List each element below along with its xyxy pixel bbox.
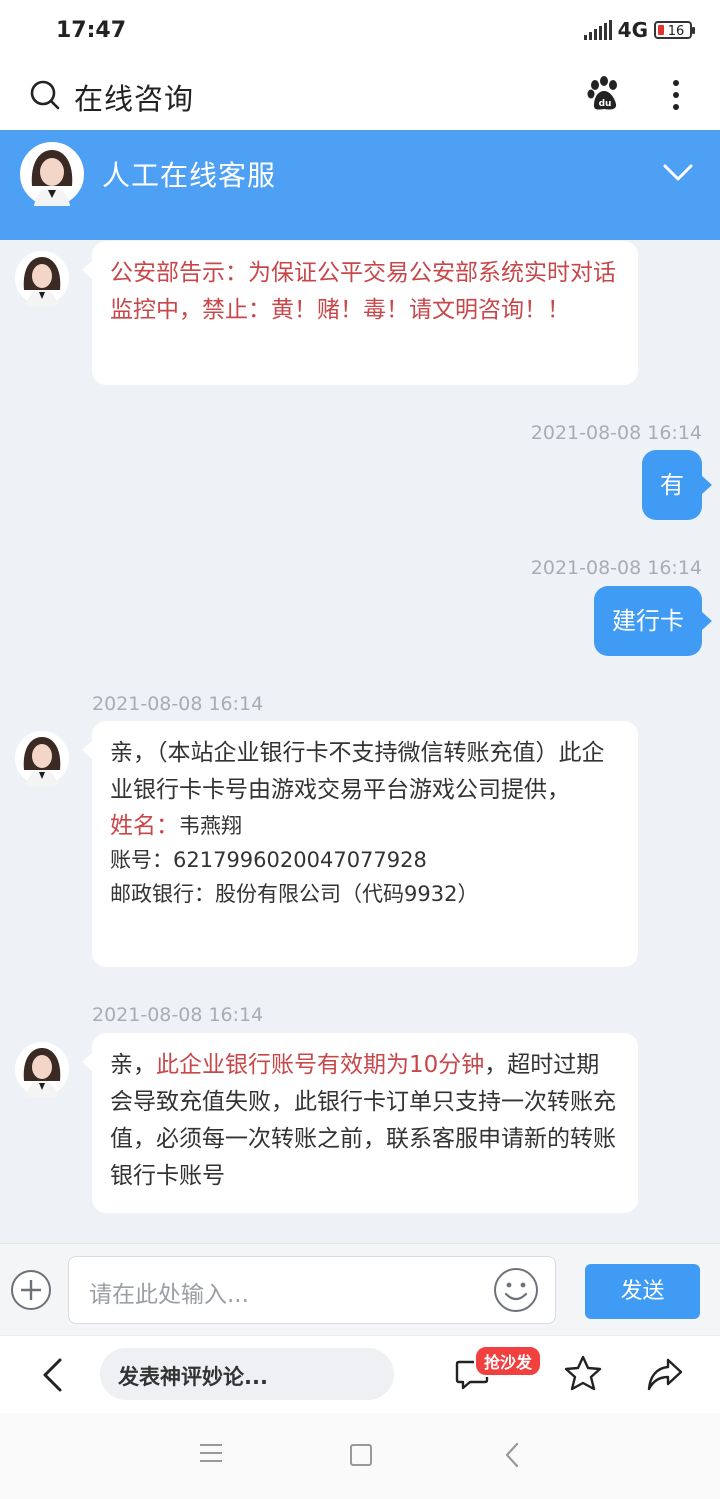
message-bubble-user: 建行卡 (594, 586, 712, 656)
message-prefix: 亲， (110, 1052, 156, 1078)
message-text: 有 (660, 471, 684, 499)
message-timestamp: 2021-08-08 16:14 (530, 557, 702, 579)
search-icon[interactable] (30, 80, 60, 110)
message-text: 亲，（本站企业银行卡不支持微信转账充值）此企业银行卡卡号由游戏交易平台游戏公司提… (110, 740, 605, 803)
message-text: 建行卡 (612, 607, 684, 635)
more-vertical-icon[interactable] (664, 76, 688, 112)
emoji-icon[interactable] (493, 1267, 539, 1313)
bottom-toolbar: 发表神评妙论... 抢沙发 (0, 1335, 720, 1414)
share-icon[interactable] (646, 1356, 684, 1392)
system-nav-bar (0, 1413, 720, 1499)
chevron-down-icon[interactable] (662, 160, 694, 184)
battery-level: 16 (667, 24, 685, 39)
star-icon[interactable] (564, 1354, 602, 1392)
status-icons: 4G 16 (583, 18, 695, 42)
top-bar: 在线咨询 du (0, 62, 720, 130)
message-text: 公安部告示：为保证公平交易公安部系统实时对话监控中，禁止：黄！赌！毒！请文明咨询… (110, 260, 616, 323)
svg-text:du: du (599, 99, 612, 109)
message-input[interactable]: 请在此处输入... (68, 1256, 556, 1324)
message-bubble-bank-info: 亲，（本站企业银行卡不支持微信转账充值）此企业银行卡卡号由游戏交易平台游戏公司提… (82, 721, 638, 967)
menu-icon[interactable] (200, 1444, 222, 1462)
plus-icon[interactable] (10, 1269, 52, 1311)
name-label: 姓名： (110, 813, 179, 839)
battery-icon: 16 (654, 21, 695, 39)
status-time: 17:47 (56, 18, 127, 43)
baidu-paw-icon[interactable]: du (586, 76, 622, 112)
comment-placeholder: 发表神评妙论... (118, 1365, 268, 1389)
name-value: 韦燕翔 (179, 814, 242, 838)
message-highlight: 此企业银行账号有效期为10分钟 (156, 1052, 485, 1078)
agent-avatar (15, 251, 69, 306)
agent-avatar (20, 142, 84, 206)
chat-header: 人工在线客服 (0, 130, 720, 240)
back-icon[interactable] (38, 1356, 66, 1394)
message-bubble-user: 有 (642, 450, 712, 520)
nav-back-icon[interactable] (504, 1442, 520, 1468)
chat-title: 人工在线客服 (102, 159, 277, 192)
network-type: 4G (617, 18, 648, 42)
message-timestamp: 2021-08-08 16:14 (92, 693, 264, 715)
message-timestamp: 2021-08-08 16:14 (92, 1004, 264, 1026)
page-title: 在线咨询 (74, 82, 195, 116)
input-bar: 请在此处输入... 发送 (0, 1243, 720, 1336)
account-number[interactable]: 账号：6217996020047077928 (110, 843, 620, 877)
message-timestamp: 2021-08-08 16:14 (530, 422, 702, 444)
status-bar: 17:47 4G 16 (0, 0, 720, 62)
comment-input[interactable]: 发表神评妙论... (100, 1348, 394, 1400)
message-bubble-notice: 公安部告示：为保证公平交易公安部系统实时对话监控中，禁止：黄！赌！毒！请文明咨询… (82, 241, 638, 385)
agent-avatar (15, 1042, 69, 1097)
bank-name: 邮政银行：股份有限公司（代码9932） (110, 882, 479, 906)
message-input-placeholder: 请在此处输入... (89, 1282, 249, 1308)
home-icon[interactable] (350, 1444, 372, 1466)
send-button[interactable]: 发送 (585, 1264, 700, 1319)
signal-icon (583, 20, 612, 40)
comment-badge: 抢沙发 (474, 1345, 543, 1377)
message-bubble-expiry: 亲，此企业银行账号有效期为10分钟，超时过期会导致充值失败，此银行卡订单只支持一… (82, 1033, 638, 1213)
chat-area[interactable]: 公安部告示：为保证公平交易公安部系统实时对话监控中，禁止：黄！赌！毒！请文明咨询… (0, 240, 720, 1243)
agent-avatar (15, 731, 69, 786)
